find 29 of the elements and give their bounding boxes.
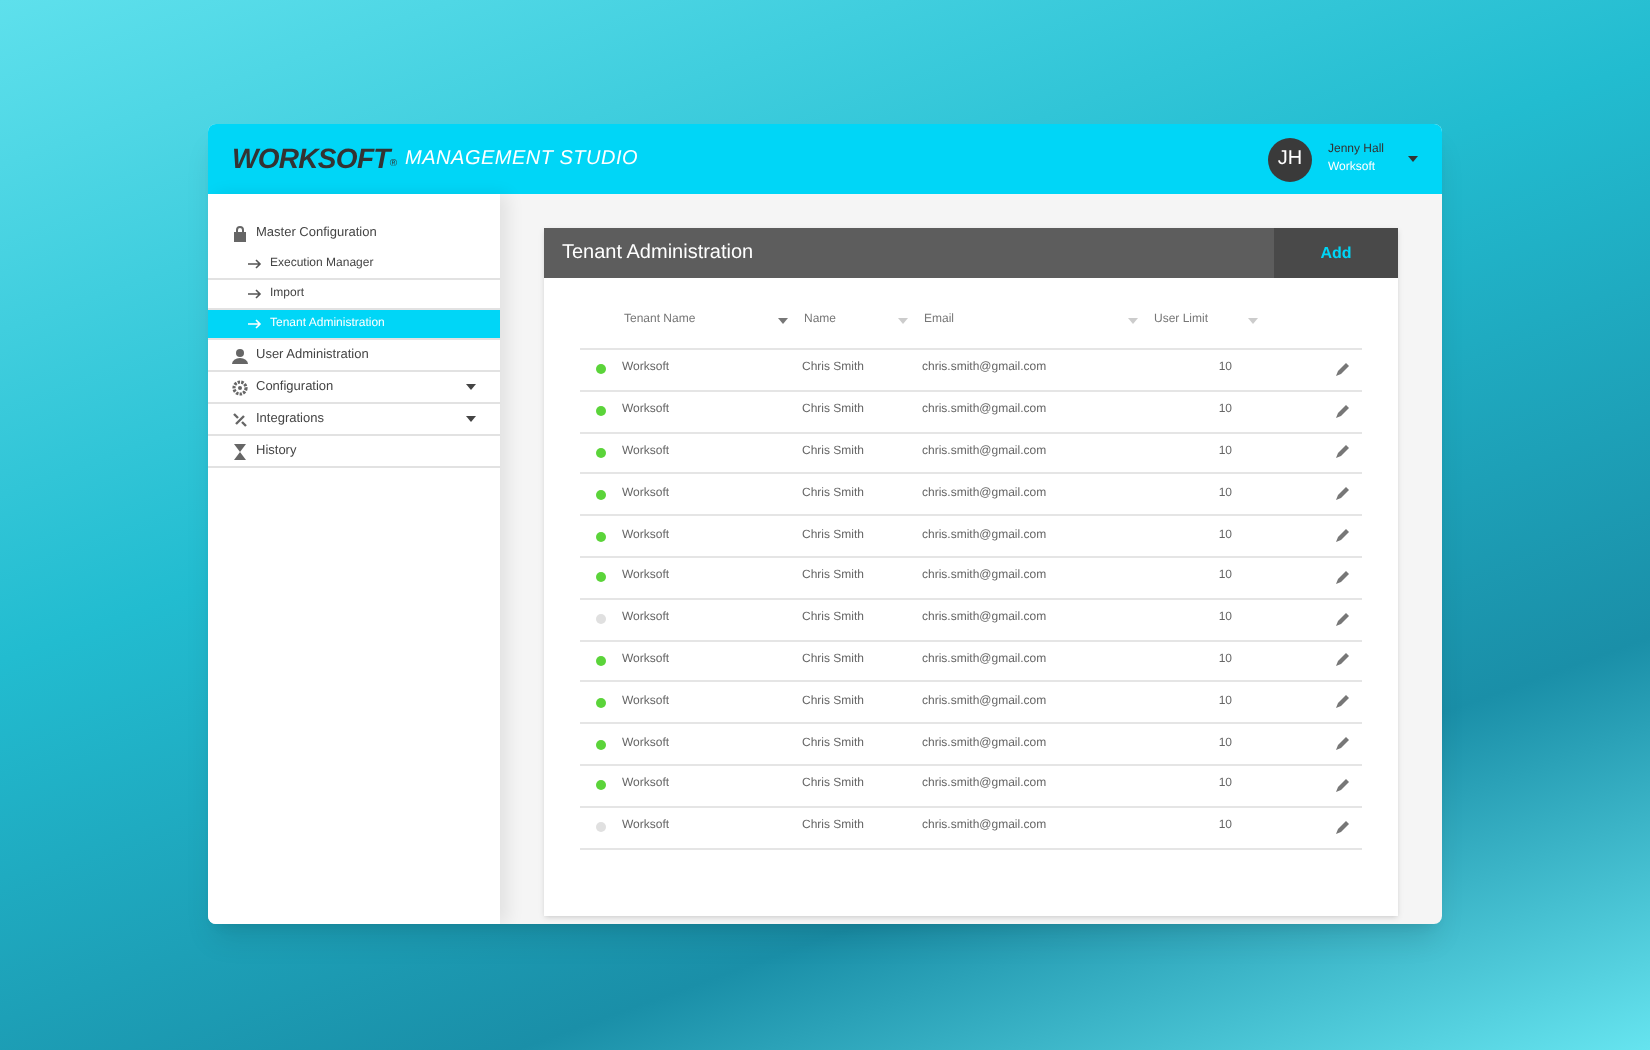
lock-icon — [232, 226, 248, 242]
plug-icon — [232, 411, 248, 427]
add-button[interactable]: Add — [1274, 228, 1398, 278]
user-icon — [232, 347, 248, 363]
user-avatar[interactable]: JH — [1267, 137, 1312, 181]
edit-icon[interactable] — [1334, 819, 1350, 836]
caret-icon[interactable] — [466, 384, 476, 390]
hourglass-icon — [232, 443, 248, 459]
arrow-icon — [248, 288, 262, 300]
arrow-icon — [248, 258, 262, 270]
logo: WORKSOFT — [232, 140, 390, 178]
product-name: MANAGEMENT STUDIO — [405, 146, 639, 174]
arrow-icon — [248, 318, 262, 330]
edit-icon[interactable] — [1334, 694, 1350, 711]
panel-title: Tenant Administration — [560, 240, 754, 268]
dropdown-caret-icon[interactable] — [1408, 156, 1418, 162]
edit-icon[interactable] — [1334, 777, 1350, 794]
edit-icon[interactable] — [1334, 569, 1350, 586]
edit-icon[interactable] — [1334, 611, 1350, 628]
edit-icon[interactable] — [1334, 736, 1350, 753]
caret-icon[interactable] — [466, 416, 476, 422]
edit-icon[interactable] — [1334, 528, 1350, 545]
edit-icon[interactable] — [1334, 652, 1350, 669]
sort-icon[interactable] — [778, 318, 788, 324]
edit-icon[interactable] — [1334, 361, 1350, 378]
edit-icon[interactable] — [1334, 444, 1350, 461]
edit-icon[interactable] — [1334, 403, 1350, 420]
edit-icon[interactable] — [1334, 486, 1350, 503]
settings-icon — [232, 379, 248, 395]
